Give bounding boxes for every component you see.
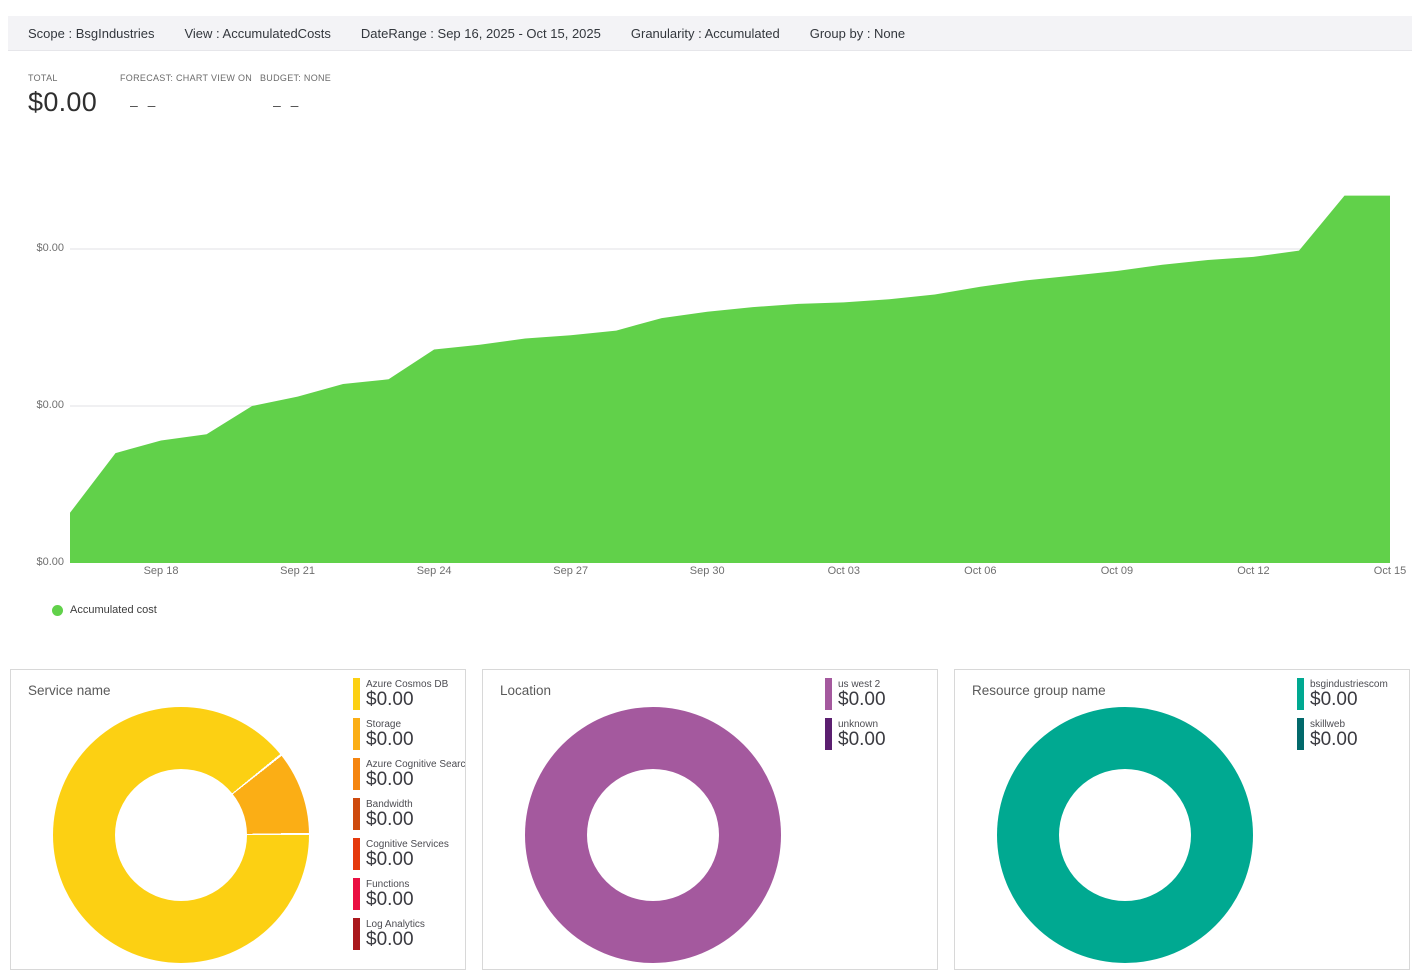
legend-value: $0.00 — [838, 730, 886, 750]
location-donut-chart — [525, 707, 781, 963]
donut-legend-item: Cognitive Services$0.00 — [353, 838, 466, 870]
donut-hole — [115, 769, 247, 901]
y-axis-tick-label: $0.00 — [22, 399, 64, 411]
x-axis-tick-label: Sep 21 — [264, 565, 332, 577]
x-axis-tick-label: Oct 09 — [1083, 565, 1151, 577]
resource-group-panel: Resource group name bsgindustriescom$0.0… — [954, 669, 1410, 970]
legend-value: $0.00 — [838, 690, 886, 710]
breakdown-panels: Service name Azure Cosmos DB$0.00 Storage… — [10, 669, 1410, 970]
legend-color-swatch — [1297, 678, 1304, 710]
legend-color-swatch — [1297, 718, 1304, 750]
x-axis-tick-label: Sep 30 — [673, 565, 741, 577]
legend-color-swatch — [353, 798, 360, 830]
donut-legend-item: Log Analytics$0.00 — [353, 918, 466, 950]
legend-color-swatch — [353, 838, 360, 870]
legend-color-swatch — [353, 718, 360, 750]
legend-color-swatch — [353, 758, 360, 790]
legend-value: $0.00 — [366, 890, 414, 910]
accumulated-cost-area-series — [70, 196, 1390, 563]
legend-color-swatch — [353, 678, 360, 710]
donut-legend-item: Azure Cognitive Search$0.00 — [353, 758, 466, 790]
cost-analysis-screen: Scope : BsgIndustries View : Accumulated… — [0, 0, 1420, 980]
donut-hole — [1059, 769, 1191, 901]
legend-value: $0.00 — [366, 810, 414, 830]
donut-legend-item: Bandwidth$0.00 — [353, 798, 466, 830]
donut-legend: bsgindustriescom$0.00 skillweb$0.00 — [1297, 678, 1388, 758]
legend-color-swatch — [353, 878, 360, 910]
y-axis-tick-label: $0.00 — [22, 242, 64, 254]
legend-color-swatch — [825, 678, 832, 710]
service-name-panel: Service name Azure Cosmos DB$0.00 Storage… — [10, 669, 466, 970]
service-name-donut-chart — [53, 707, 309, 963]
donut-legend-item: Azure Cosmos DB$0.00 — [353, 678, 466, 710]
chart-legend: Accumulated cost — [52, 604, 157, 616]
chart-legend-label: Accumulated cost — [70, 604, 157, 616]
x-axis-tick-label: Oct 06 — [946, 565, 1014, 577]
panel-title: Location — [500, 683, 551, 698]
panel-title: Service name — [28, 683, 111, 698]
legend-value: $0.00 — [1310, 730, 1358, 750]
donut-legend-item: unknown$0.00 — [825, 718, 886, 750]
legend-value: $0.00 — [366, 730, 414, 750]
legend-color-swatch — [825, 718, 832, 750]
location-panel: Location us west 2$0.00 unknown$0.00 — [482, 669, 938, 970]
panel-title: Resource group name — [972, 683, 1106, 698]
legend-value: $0.00 — [366, 770, 466, 790]
y-axis-tick-label: $0.00 — [22, 556, 64, 568]
x-axis-tick-label: Sep 18 — [127, 565, 195, 577]
donut-legend-item: Storage$0.00 — [353, 718, 466, 750]
x-axis-tick-label: Sep 27 — [537, 565, 605, 577]
donut-legend-item: us west 2$0.00 — [825, 678, 886, 710]
x-axis-tick-label: Sep 24 — [400, 565, 468, 577]
donut-legend-item: skillweb$0.00 — [1297, 718, 1388, 750]
donut-legend-item: bsgindustriescom$0.00 — [1297, 678, 1388, 710]
legend-value: $0.00 — [366, 690, 448, 710]
area-chart-svg — [0, 135, 1420, 595]
resource-group-donut-chart — [997, 707, 1253, 963]
donut-legend: Azure Cosmos DB$0.00 Storage$0.00 Azure Co… — [353, 678, 466, 958]
legend-color-swatch — [353, 918, 360, 950]
donut-legend: us west 2$0.00 unknown$0.00 — [825, 678, 886, 758]
x-axis-tick-label: Oct 15 — [1356, 565, 1420, 577]
legend-value: $0.00 — [1310, 690, 1388, 710]
donut-hole — [587, 769, 719, 901]
x-axis-tick-label: Oct 03 — [810, 565, 878, 577]
donut-legend-item: Functions$0.00 — [353, 878, 466, 910]
legend-value: $0.00 — [366, 930, 425, 950]
accumulated-cost-chart: $0.00 $0.00 $0.00 Sep 18 Sep 21 Sep 24 Sep 27… — [0, 0, 1420, 660]
x-axis-tick-label: Oct 12 — [1219, 565, 1287, 577]
legend-value: $0.00 — [366, 850, 449, 870]
series-color-dot — [52, 605, 63, 616]
